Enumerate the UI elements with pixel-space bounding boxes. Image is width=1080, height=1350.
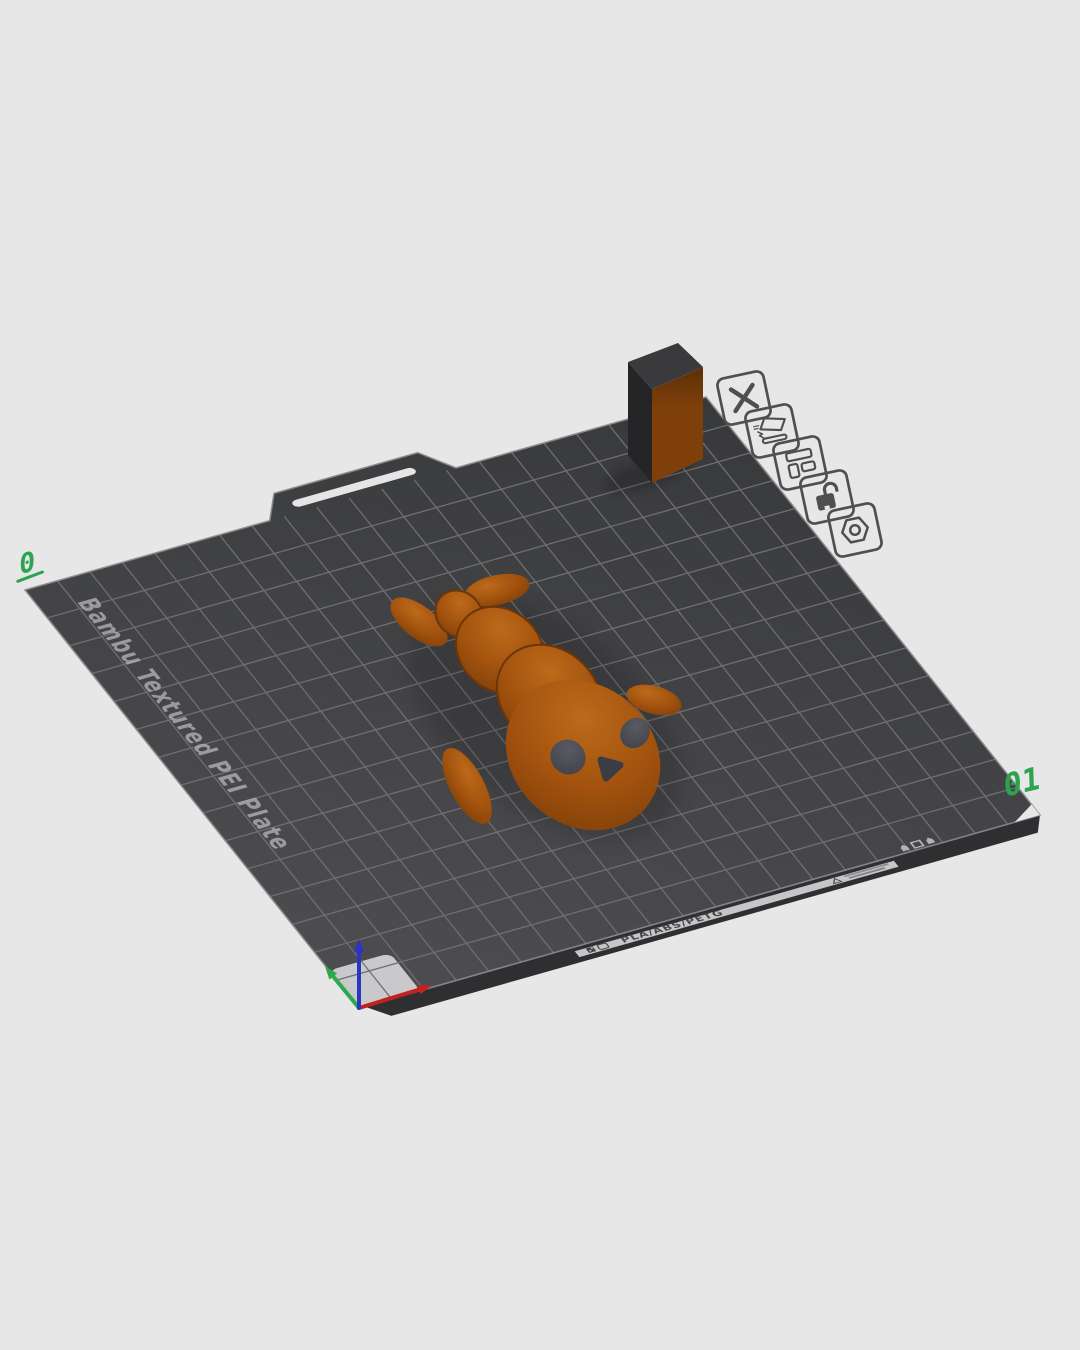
prime-tower[interactable] xyxy=(628,343,703,483)
slicer-3d-viewport[interactable]: PLA/ABS/PETG Bambu Textured PEI Plate xyxy=(0,0,1080,1350)
scene-3d[interactable]: PLA/ABS/PETG Bambu Textured PEI Plate xyxy=(0,0,1080,1350)
